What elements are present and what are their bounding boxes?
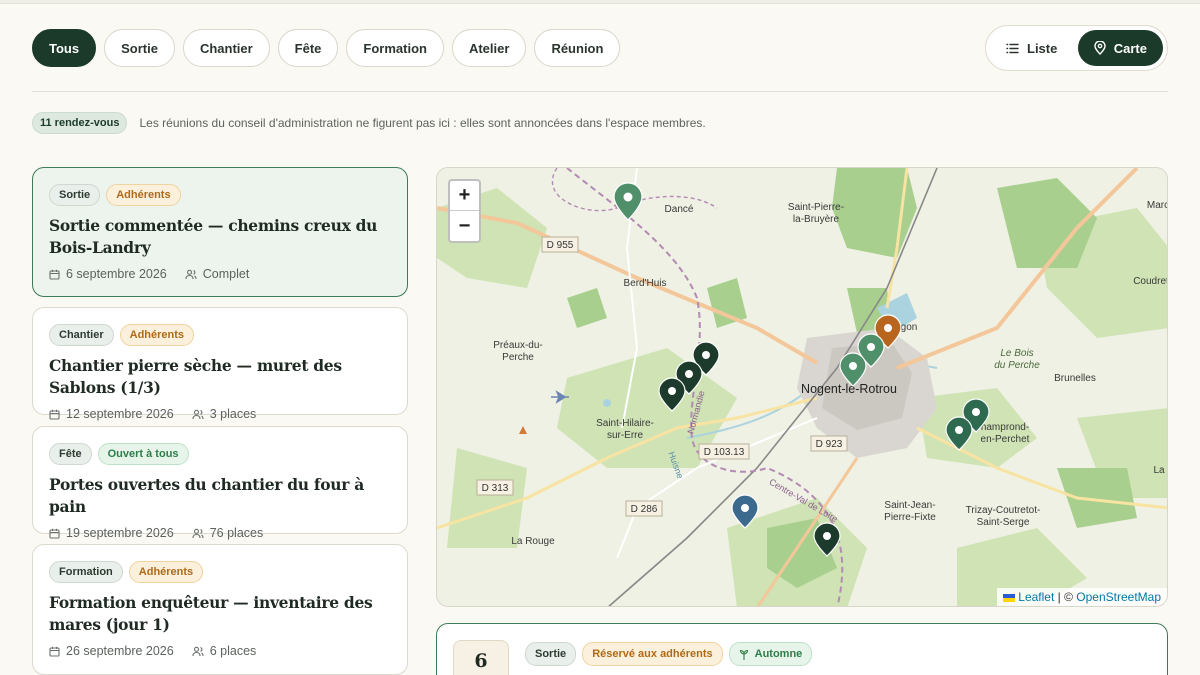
event-date: 6 septembre 2026 <box>66 267 167 281</box>
audience-badge: Adhérents <box>119 324 195 346</box>
event-places: Complet <box>202 267 250 281</box>
audience-badge: Adhérents <box>128 561 204 583</box>
map-label: La Rouge <box>511 536 555 547</box>
divider <box>32 91 1168 92</box>
map-label: Saint-Pierre- <box>788 202 844 213</box>
event-title: Portes ouvertes du chantier du four à pa… <box>49 475 364 516</box>
map-label: sur-Erre <box>607 430 644 441</box>
event-card[interactable]: Sortie Adhérents Sortie commentée — chemi… <box>32 167 408 297</box>
map-tiles: Dancé Saint-Pierre- la-Bruyère Berd'Huis… <box>437 168 1168 606</box>
list-view-button[interactable]: Liste <box>990 30 1073 66</box>
map-label: du Perche <box>994 360 1040 371</box>
map-label: Pierre-Fixte <box>884 512 936 523</box>
event-title: Chantier pierre sèche — muret des Sablon… <box>49 356 342 397</box>
event-places: 6 places <box>209 644 257 658</box>
map-label-city: Nogent-le-Rotrou <box>801 382 897 396</box>
event-day: 6 <box>453 640 509 675</box>
filter-chip-chantier[interactable]: Chantier <box>182 29 270 67</box>
audience-badge: Ouvert à tous <box>97 443 189 465</box>
map-label: Saint-Hilaire- <box>596 418 654 429</box>
map-label: Marc <box>1147 200 1168 211</box>
map-label: Le Bois <box>1000 348 1033 359</box>
event-card[interactable]: Fête Ouvert à tous Portes ouvertes du cha… <box>32 426 408 540</box>
event-type-badge: Sortie <box>49 184 101 206</box>
result-summary: 11 rendez-vous Les réunions du conseil d… <box>32 112 706 134</box>
count-note: Les réunions du conseil d'administration… <box>139 116 706 130</box>
road-label: D 955 <box>547 240 574 251</box>
event-card[interactable]: Formation Adhérents Formation enquêteur —… <box>32 544 408 675</box>
event-type-badge: Sortie <box>525 642 577 666</box>
map-label: Brunelles <box>1054 373 1096 384</box>
audience-badge: Réservé aux adhérents <box>582 642 723 666</box>
map-label: Saint-Jean- <box>884 500 935 511</box>
map-label: Coudret <box>1133 276 1168 287</box>
map-pin-icon <box>1094 41 1106 55</box>
people-icon <box>185 269 197 279</box>
list-view-label: Liste <box>1027 40 1058 56</box>
zoom-out-button[interactable]: − <box>450 211 479 241</box>
road-label: D 313 <box>482 483 509 494</box>
event-card[interactable]: Chantier Adhérents Chantier pierre sèche … <box>32 307 408 421</box>
road-label: D 103.13 <box>704 447 745 458</box>
map-label: Dancé <box>665 204 694 215</box>
map-label: en-Perchet <box>981 434 1030 445</box>
filter-chip-tous[interactable]: Tous <box>32 29 97 67</box>
filter-chip-formation[interactable]: Formation <box>346 29 444 67</box>
map-label: Préaux-du- <box>493 340 542 351</box>
map-label: Perche <box>502 352 534 363</box>
flag-icon <box>1002 594 1015 602</box>
map-view-label: Carte <box>1113 40 1147 56</box>
road-label: D 923 <box>816 439 843 450</box>
sprout-icon <box>739 649 748 660</box>
calendar-icon <box>49 409 60 420</box>
map-zoom-control: + − <box>448 179 481 243</box>
event-date: 26 septembre 2026 <box>66 644 174 658</box>
event-count-badge: 11 rendez-vous <box>32 112 128 134</box>
event-type-badge: Formation <box>49 561 123 583</box>
filter-chip-sortie[interactable]: Sortie <box>104 29 175 67</box>
event-places: 76 places <box>209 526 264 540</box>
filter-chip-fete[interactable]: Fête <box>277 29 339 67</box>
event-title: Sortie commentée — chemins creux du Bois… <box>49 216 378 257</box>
event-type-badge: Fête <box>49 443 92 465</box>
calendar-icon <box>49 528 60 539</box>
road-label: D 286 <box>631 504 658 515</box>
map-label: Saint-Serge <box>977 517 1030 528</box>
filter-bar: Tous Sortie Chantier Fête Formation Atel… <box>32 29 621 67</box>
map-label: gon <box>901 322 918 333</box>
calendar-icon <box>49 269 60 280</box>
top-bar <box>0 0 1200 4</box>
zoom-in-button[interactable]: + <box>450 181 479 211</box>
people-icon <box>192 646 204 656</box>
leaflet-link[interactable]: Leaflet <box>1018 590 1054 604</box>
event-date: 19 septembre 2026 <box>66 526 174 540</box>
map-label: hamprond- <box>981 422 1029 433</box>
filter-chip-reunion[interactable]: Réunion <box>534 29 621 67</box>
audience-badge: Adhérents <box>106 184 181 206</box>
view-toggle: Liste Carte <box>985 25 1168 71</box>
event-places: 3 places <box>209 407 257 421</box>
people-icon <box>192 409 204 419</box>
event-title: Formation enquêteur — inventaire des mar… <box>49 593 373 634</box>
event-date: 12 septembre 2026 <box>66 407 174 421</box>
map-label: Berd'Huis <box>623 278 666 289</box>
map-view-button[interactable]: Carte <box>1077 30 1163 66</box>
map-label: la-Bruyère <box>793 214 840 225</box>
osm-link[interactable]: OpenStreetMap <box>1076 590 1161 604</box>
filter-chip-atelier[interactable]: Atelier <box>451 29 527 67</box>
season-label: Automne <box>754 648 803 660</box>
season-badge: Automne <box>728 642 813 666</box>
list-icon <box>1006 43 1019 53</box>
map-attribution: Leaflet | © OpenStreetMap <box>996 588 1167 606</box>
event-type-badge: Chantier <box>49 324 114 346</box>
map-label: Trizay-Coutretot- <box>966 505 1041 516</box>
map-label: La C <box>1153 465 1168 476</box>
event-preview-card[interactable]: 6 Sortie Réservé aux adhérents Automne <box>436 623 1168 675</box>
events-map[interactable]: Dancé Saint-Pierre- la-Bruyère Berd'Huis… <box>436 167 1168 607</box>
attribution-separator: | © <box>1057 590 1073 604</box>
people-icon <box>192 528 204 538</box>
calendar-icon <box>49 646 60 657</box>
